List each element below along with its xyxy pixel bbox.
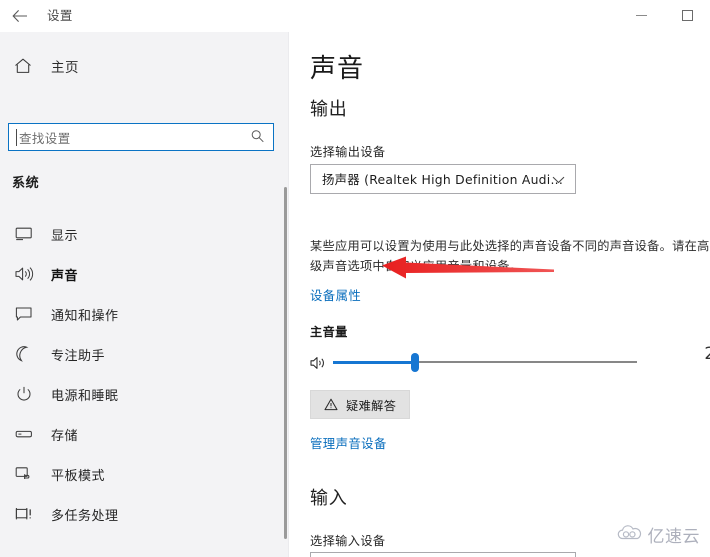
sidebar-item-label: 专注助手: [51, 348, 106, 364]
search-caret: [16, 129, 17, 146]
sidebar-item-tablet-mode[interactable]: 平板模式: [0, 454, 289, 494]
output-device-dropdown[interactable]: 扬声器 (Realtek High Definition Audi...: [310, 164, 576, 194]
section-heading-output: 输出: [310, 99, 348, 120]
master-volume-row: 27: [308, 344, 710, 376]
minimize-icon: [635, 14, 647, 16]
sidebar-item-label: 显示: [51, 228, 79, 244]
sidebar-item-sound[interactable]: 声音: [0, 254, 289, 294]
device-properties-link[interactable]: 设备属性: [310, 286, 361, 304]
sidebar-item-notifications[interactable]: 通知和操作: [0, 294, 289, 334]
sidebar-item-label: 声音: [51, 268, 79, 284]
settings-window: 设置 主页 查找设置 系统 显示 声音 通知和操作 专注助手 电源和睡眠 存储 …: [0, 0, 710, 557]
minimize-button[interactable]: [618, 0, 664, 30]
sidebar: 主页 查找设置 系统 显示 声音 通知和操作 专注助手 电源和睡眠 存储 平板模…: [0, 32, 289, 557]
sidebar-item-label: 通知和操作: [51, 308, 119, 324]
maximize-button[interactable]: [664, 0, 710, 30]
storage-icon: [12, 423, 36, 445]
sidebar-item-label: 存储: [51, 428, 79, 444]
slider-thumb[interactable]: [411, 353, 420, 372]
title-bar: 设置: [0, 0, 710, 32]
sidebar-home-label: 主页: [51, 60, 79, 76]
slider-fill: [333, 361, 416, 364]
chat-bubble-icon: [12, 303, 36, 325]
watermark-text: 亿速云: [647, 527, 700, 547]
speaker-icon: [12, 263, 36, 285]
cloud-logo-icon: [617, 524, 643, 546]
search-box[interactable]: 查找设置: [8, 123, 274, 151]
input-device-label: 选择输入设备: [310, 534, 386, 548]
master-volume-label: 主音量: [310, 325, 348, 339]
troubleshoot-label: 疑难解答: [346, 398, 397, 413]
sidebar-nav-list: 显示 声音 通知和操作 专注助手 电源和睡眠 存储 平板模式 多任务处理: [0, 214, 289, 534]
master-volume-value: 27: [704, 344, 710, 364]
manage-sound-devices-link[interactable]: 管理声音设备: [310, 434, 387, 452]
section-heading-input: 输入: [310, 488, 348, 509]
moon-icon: [12, 343, 36, 365]
sidebar-item-storage[interactable]: 存储: [0, 414, 289, 454]
sidebar-item-label: 多任务处理: [51, 508, 119, 524]
output-device-value: 扬声器 (Realtek High Definition Audi...: [322, 172, 564, 187]
troubleshoot-button[interactable]: 疑难解答: [310, 390, 411, 419]
search-icon[interactable]: [251, 128, 264, 147]
page-title: 声音: [310, 54, 365, 84]
window-title: 设置: [47, 8, 73, 23]
power-icon: [12, 383, 36, 405]
back-button[interactable]: [6, 2, 34, 30]
input-device-dropdown[interactable]: 无法找到输入设备: [310, 552, 576, 557]
sidebar-item-focus-assist[interactable]: 专注助手: [0, 334, 289, 374]
sidebar-item-display[interactable]: 显示: [0, 214, 289, 254]
warning-triangle-icon: [324, 398, 338, 412]
output-description: 某些应用可以设置为使用与此处选择的声音设备不同的声音设备。请在高级声音选项中自定…: [310, 239, 710, 273]
sidebar-item-home[interactable]: 主页: [0, 46, 289, 86]
master-volume-slider[interactable]: [333, 353, 637, 372]
window-controls: [618, 0, 710, 30]
maximize-icon: [681, 9, 693, 21]
sidebar-group-title: 系统: [12, 176, 40, 191]
speaker-volume-icon[interactable]: [308, 352, 330, 374]
output-device-label: 选择输出设备: [310, 145, 386, 159]
watermark: 亿速云: [617, 522, 701, 547]
sidebar-scrollbar[interactable]: [284, 187, 287, 539]
search-input[interactable]: 查找设置: [9, 128, 71, 147]
sidebar-item-multitasking[interactable]: 多任务处理: [0, 494, 289, 534]
home-icon: [12, 56, 34, 76]
monitor-icon: [12, 223, 36, 245]
back-arrow-icon: [12, 10, 27, 22]
sidebar-item-label: 平板模式: [51, 468, 106, 484]
tablet-mode-icon: [12, 463, 36, 485]
sidebar-item-label: 电源和睡眠: [51, 388, 119, 404]
main-content: 声音 输出 选择输出设备 扬声器 (Realtek High Definitio…: [290, 32, 710, 557]
multitasking-icon: [12, 503, 36, 525]
chevron-down-icon: [552, 170, 565, 189]
sidebar-item-power-sleep[interactable]: 电源和睡眠: [0, 374, 289, 414]
